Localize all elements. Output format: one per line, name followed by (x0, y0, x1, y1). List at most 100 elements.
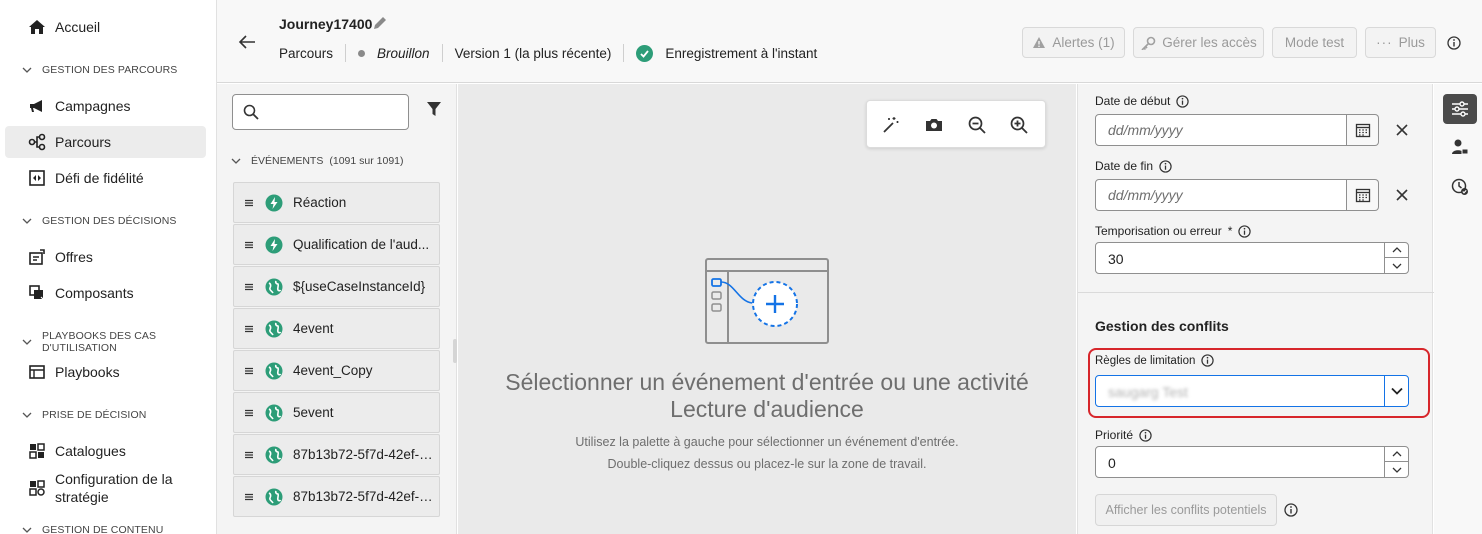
challenge-icon (27, 168, 47, 188)
alert-icon (1033, 37, 1046, 48)
drag-handle-icon[interactable] (245, 241, 255, 249)
list-item[interactable]: 4event_Copy (233, 350, 440, 391)
nav-section-decisioning[interactable]: PRISE DE DÉCISION (22, 409, 146, 421)
back-button[interactable] (237, 32, 257, 52)
list-item-label: 4event_Copy (293, 363, 373, 378)
left-navigation: Accueil GESTION DES PARCOURS Campagnes P… (0, 0, 217, 534)
timeout-field[interactable]: 30 (1095, 242, 1409, 274)
nav-item-offers[interactable]: Offres (5, 241, 206, 273)
info-button[interactable] (1284, 503, 1298, 517)
status-dot (358, 49, 366, 57)
events-palette: ÉVÉNEMENTS (1091 sur 1091) Réaction Quali… (217, 84, 457, 534)
pencil-icon (374, 17, 386, 29)
nav-item-campaigns[interactable]: Campagnes (5, 90, 206, 122)
info-icon[interactable] (1139, 428, 1152, 442)
drag-handle-icon[interactable] (245, 325, 255, 333)
nav-item-components[interactable]: Composants (5, 277, 206, 309)
status-tab[interactable] (1443, 172, 1477, 202)
chevron-down-icon[interactable] (1385, 462, 1408, 477)
timeout-label: Temporisation ou erreur * (1095, 224, 1252, 238)
drag-handle-icon[interactable] (245, 451, 255, 459)
drag-handle-icon[interactable] (245, 283, 255, 291)
info-icon (1447, 36, 1461, 50)
offers-icon (27, 247, 47, 267)
chevron-up-icon[interactable] (1385, 447, 1408, 462)
list-item-label: 4event (293, 321, 334, 336)
nav-item-home[interactable]: Accueil (5, 11, 206, 43)
divider (1078, 292, 1434, 293)
timeout-stepper[interactable] (1384, 243, 1408, 273)
info-icon[interactable] (1201, 354, 1215, 367)
start-date-field[interactable]: dd/mm/yyyy (1095, 114, 1347, 146)
drag-handle-icon[interactable] (245, 409, 255, 417)
alerts-button[interactable]: Alertes (1) (1022, 27, 1125, 58)
test-mode-button[interactable]: Mode test (1272, 27, 1357, 58)
divider (345, 44, 347, 62)
auto-arrange-button[interactable] (881, 115, 901, 135)
nav-item-catalogs[interactable]: Catalogues (5, 435, 206, 467)
nav-section-content[interactable]: GESTION DE CONTENU (22, 524, 163, 534)
zoom-in-icon (1010, 116, 1028, 134)
zoom-in-button[interactable] (1009, 115, 1029, 135)
list-item-label: 87b13b72-5f7d-42ef-97... (293, 489, 438, 504)
nav-section-playbooks[interactable]: PLAYBOOKS DES CAS D'UTILISATION (22, 330, 216, 354)
nav-item-strategy-setup[interactable]: Configuration de la stratégie (5, 468, 206, 508)
sliders-icon (1452, 101, 1468, 117)
nav-section-decisions[interactable]: GESTION DES DÉCISIONS (22, 215, 177, 227)
drag-handle-icon[interactable] (245, 199, 255, 207)
filter-icon (427, 102, 441, 116)
home-icon (27, 17, 47, 37)
globe-icon (265, 446, 283, 464)
capping-rules-picker[interactable]: saugarg Test (1095, 375, 1409, 407)
info-icon[interactable] (1176, 94, 1190, 108)
chevron-down-icon (22, 337, 32, 347)
list-item-label: ${useCaseInstanceId} (293, 279, 426, 294)
nav-section-journeys[interactable]: GESTION DES PARCOURS (22, 64, 177, 76)
properties-tab[interactable] (1443, 94, 1477, 124)
magic-wand-icon (883, 117, 899, 133)
end-date-calendar-button[interactable] (1347, 179, 1379, 211)
list-item[interactable]: 5event (233, 392, 440, 433)
list-item[interactable]: Qualification de l'aud... (233, 224, 440, 265)
info-button[interactable] (1447, 36, 1461, 50)
panel-resize-handle[interactable] (453, 339, 457, 363)
nav-item-loyalty-challenge[interactable]: Défi de fidélité (5, 162, 206, 194)
chevron-down-icon[interactable] (1385, 258, 1408, 273)
search-input[interactable] (232, 94, 409, 130)
access-tab[interactable] (1443, 132, 1477, 162)
more-button[interactable]: ··· Plus (1365, 27, 1436, 58)
globe-icon (265, 278, 283, 296)
start-date-calendar-button[interactable] (1347, 114, 1379, 146)
screenshot-button[interactable] (924, 115, 944, 135)
calendar-icon (1355, 123, 1370, 138)
arrow-left-icon (238, 35, 255, 49)
chevron-down-icon[interactable] (1384, 376, 1408, 406)
checkmark-icon (636, 44, 654, 62)
list-item[interactable]: 4event (233, 308, 440, 349)
clear-start-date-button[interactable] (1392, 120, 1412, 140)
info-icon[interactable] (1159, 159, 1172, 173)
nav-item-playbooks[interactable]: Playbooks (5, 356, 206, 388)
drag-handle-icon[interactable] (245, 493, 255, 501)
list-item[interactable]: 87b13b72-5f7d-42ef-97... (233, 476, 440, 517)
filter-button[interactable] (426, 101, 442, 120)
priority-field[interactable]: 0 (1095, 446, 1409, 478)
journey-canvas[interactable]: Sélectionner un événement d'entrée ou un… (458, 84, 1076, 534)
list-item[interactable]: Réaction (233, 182, 440, 223)
drag-handle-icon[interactable] (245, 367, 255, 375)
chevron-up-icon[interactable] (1385, 243, 1408, 258)
list-item[interactable]: 87b13b72-5f7d-42ef-97... (233, 434, 440, 475)
zoom-out-button[interactable] (967, 115, 987, 135)
show-conflicts-button[interactable]: Afficher les conflits potentiels (1095, 494, 1277, 526)
clear-end-date-button[interactable] (1392, 185, 1412, 205)
manage-access-button[interactable]: Gérer les accès (1133, 27, 1264, 58)
journey-header: Journey17400 Parcours Brouillon Version … (217, 0, 1482, 83)
journey-icon (27, 132, 47, 152)
list-item[interactable]: ${useCaseInstanceId} (233, 266, 440, 307)
nav-item-journeys[interactable]: Parcours (5, 126, 206, 158)
edit-title-button[interactable] (372, 15, 388, 31)
events-section-header[interactable]: ÉVÉNEMENTS (1091 sur 1091) (231, 155, 404, 167)
end-date-field[interactable]: dd/mm/yyyy (1095, 179, 1347, 211)
priority-stepper[interactable] (1384, 447, 1408, 477)
info-icon[interactable] (1238, 224, 1252, 238)
